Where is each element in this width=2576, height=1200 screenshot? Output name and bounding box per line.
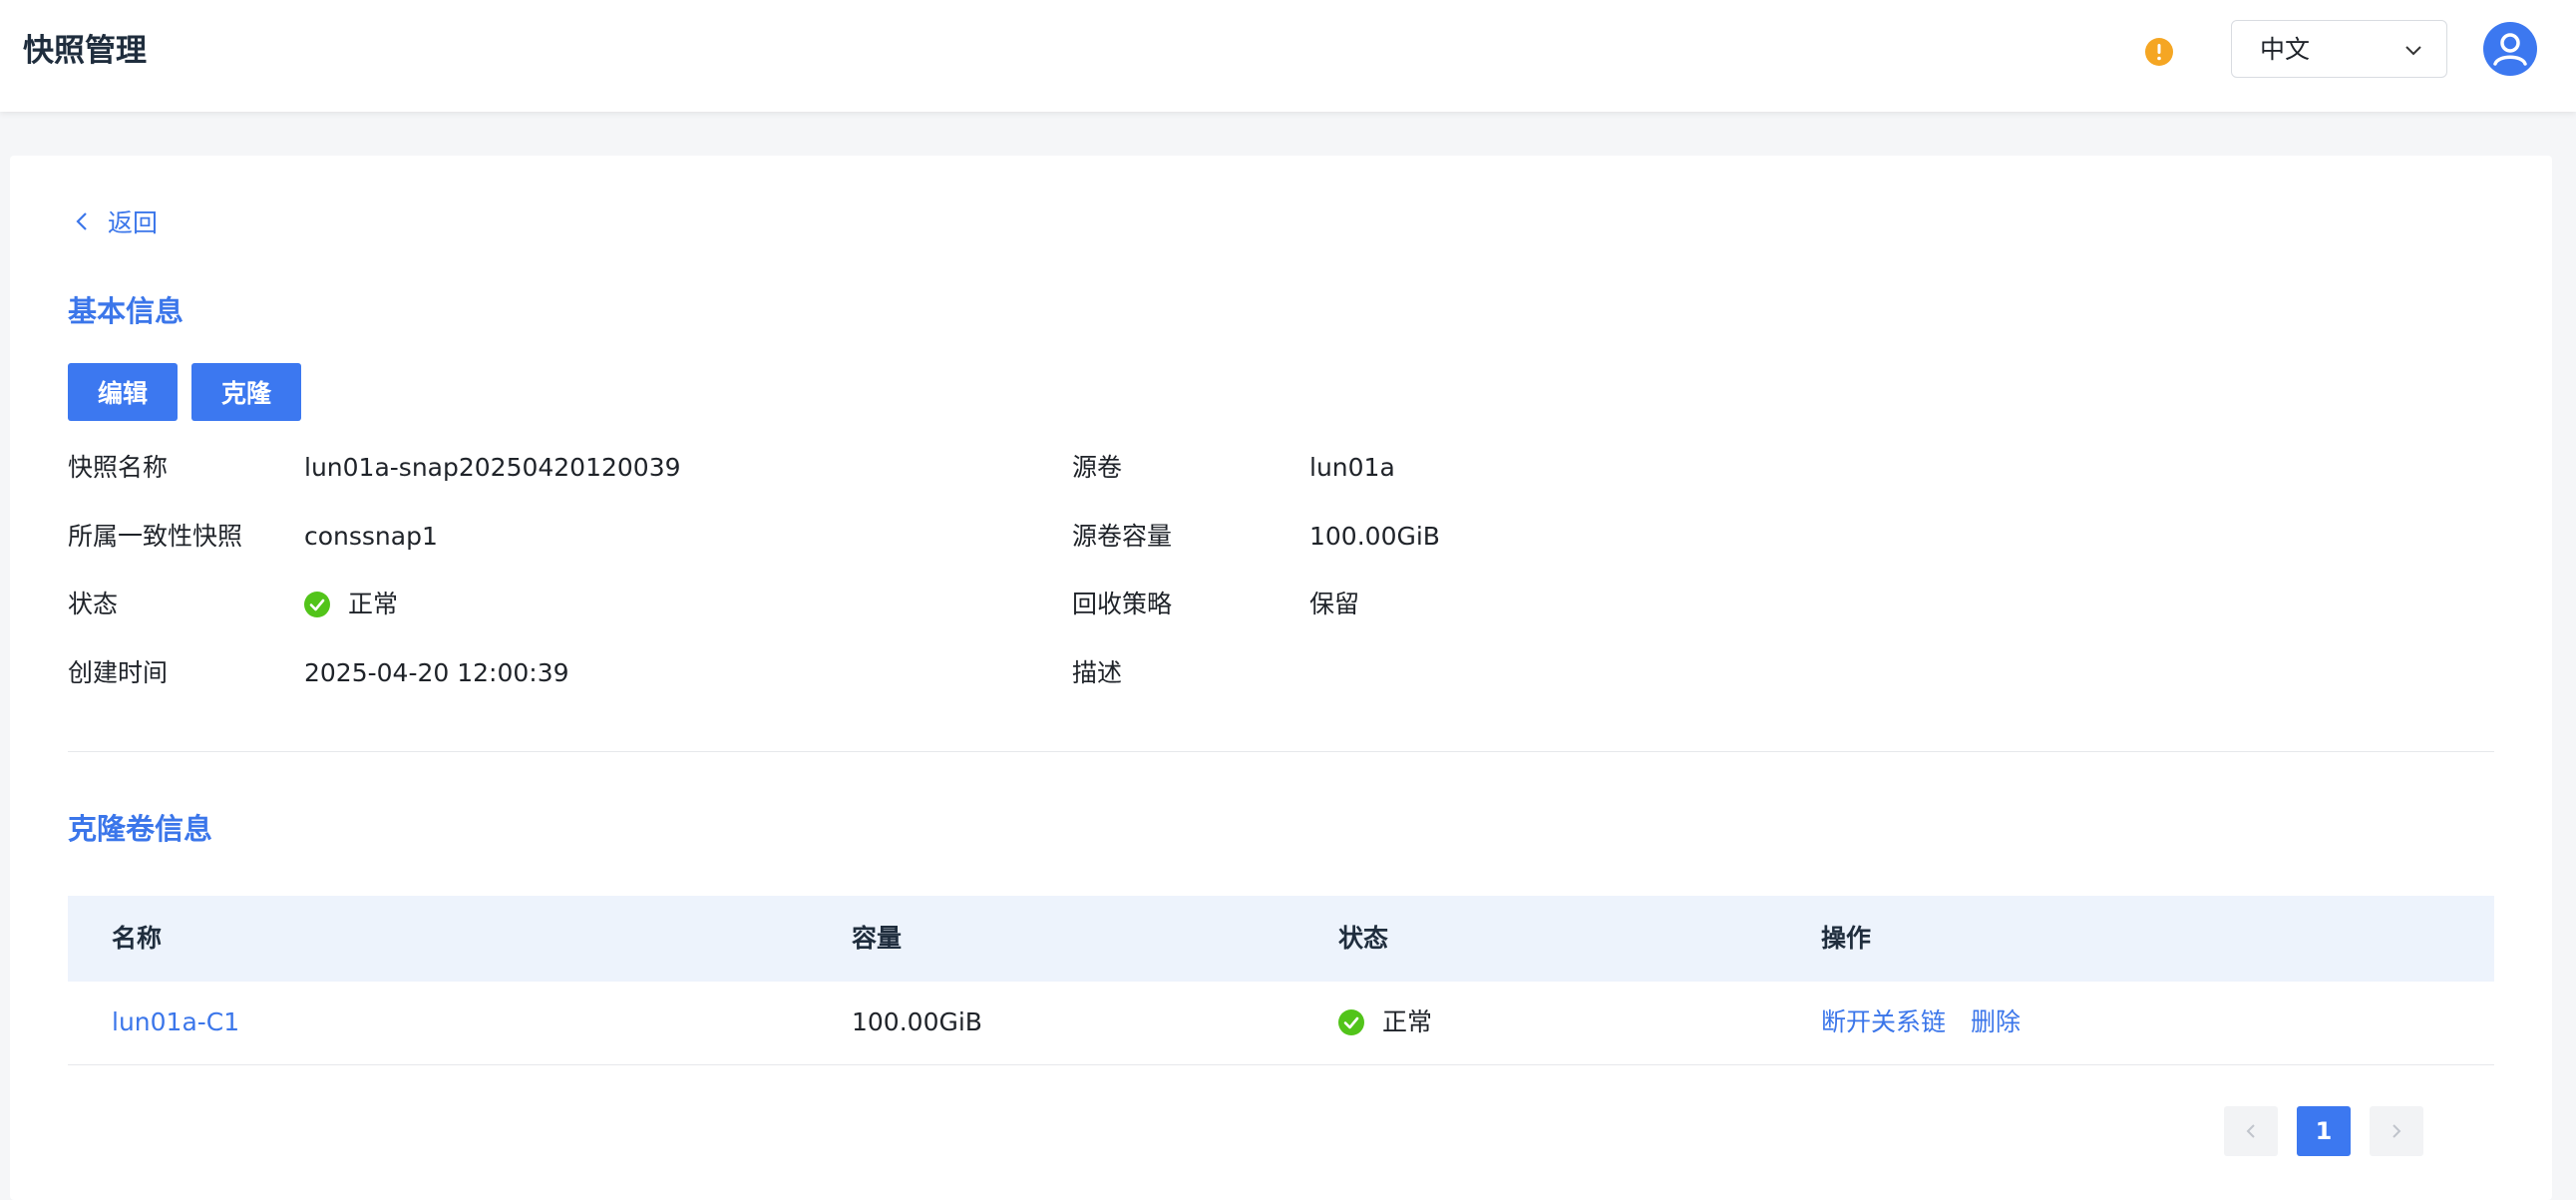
column-header-capacity: 容量 [852, 924, 903, 953]
column-header-status: 状态 [1338, 924, 1389, 953]
clone-volume-capacity: 100.00GiB [852, 1007, 982, 1036]
chevron-left-icon [76, 212, 87, 230]
clone-info-title: 克隆卷信息 [68, 812, 213, 846]
disconnect-chain-link[interactable]: 断开关系链 [1821, 1005, 1946, 1039]
check-circle-icon [1338, 1009, 1364, 1035]
user-avatar-icon[interactable] [2483, 22, 2537, 76]
language-select[interactable]: 中文 [2231, 20, 2447, 78]
warning-icon[interactable] [2144, 37, 2174, 67]
chevron-right-icon [2392, 1124, 2401, 1138]
back-link-label: 返回 [108, 208, 159, 237]
page-title: 快照管理 [23, 33, 147, 69]
snapshot-detail-panel: 返回 基本信息 编辑 克隆 快照名称 lun01a-snap2025042012… [10, 156, 2552, 1200]
column-header-actions: 操作 [1821, 924, 1872, 953]
recycle-policy-label: 回收策略 [1072, 590, 1173, 618]
description-label: 描述 [1072, 658, 1123, 687]
consistency-snapshot-value: conssnap1 [304, 522, 438, 551]
created-at-label: 创建时间 [68, 658, 169, 687]
next-page-button[interactable] [2370, 1106, 2423, 1156]
recycle-policy-value: 保留 [1309, 590, 1360, 618]
clone-volume-table: 名称 容量 状态 操作 lun01a-C1 100.00GiB 正常 断开关系链… [68, 896, 2494, 1065]
source-volume-value: lun01a [1309, 453, 1395, 482]
status-label: 状态 [68, 590, 119, 618]
column-header-name: 名称 [112, 924, 163, 953]
chevron-down-icon [2405, 46, 2421, 56]
clone-volume-name-link[interactable]: lun01a-C1 [112, 1005, 239, 1039]
clone-volume-status-text: 正常 [1382, 1007, 1433, 1036]
delete-link[interactable]: 删除 [1971, 1005, 2021, 1039]
status-text: 正常 [348, 590, 399, 618]
source-capacity-label: 源卷容量 [1072, 522, 1173, 551]
chevron-left-icon [2246, 1124, 2255, 1138]
table-row: lun01a-C1 100.00GiB 正常 断开关系链 删除 [68, 982, 2494, 1065]
check-circle-icon [304, 592, 330, 617]
section-divider [68, 751, 2494, 752]
clone-volume-status: 正常 [1338, 1005, 1432, 1039]
consistency-snapshot-label: 所属一致性快照 [68, 522, 243, 551]
prev-page-button[interactable] [2224, 1106, 2278, 1156]
clone-button[interactable]: 克隆 [191, 363, 301, 421]
created-at-value: 2025-04-20 12:00:39 [304, 658, 569, 687]
table-header: 名称 容量 状态 操作 [68, 896, 2494, 982]
edit-button[interactable]: 编辑 [68, 363, 178, 421]
language-select-value: 中文 [2260, 35, 2311, 64]
source-capacity-value: 100.00GiB [1309, 522, 1440, 551]
top-header: 快照管理 中文 [0, 0, 2576, 112]
snapshot-name-value: lun01a-snap20250420120039 [304, 453, 681, 482]
snapshot-name-label: 快照名称 [68, 453, 169, 482]
basic-info-title: 基本信息 [68, 294, 184, 328]
page-button-current[interactable]: 1 [2297, 1106, 2351, 1156]
back-link[interactable]: 返回 [72, 201, 158, 241]
source-volume-label: 源卷 [1072, 453, 1123, 482]
status-value: 正常 [304, 588, 398, 621]
